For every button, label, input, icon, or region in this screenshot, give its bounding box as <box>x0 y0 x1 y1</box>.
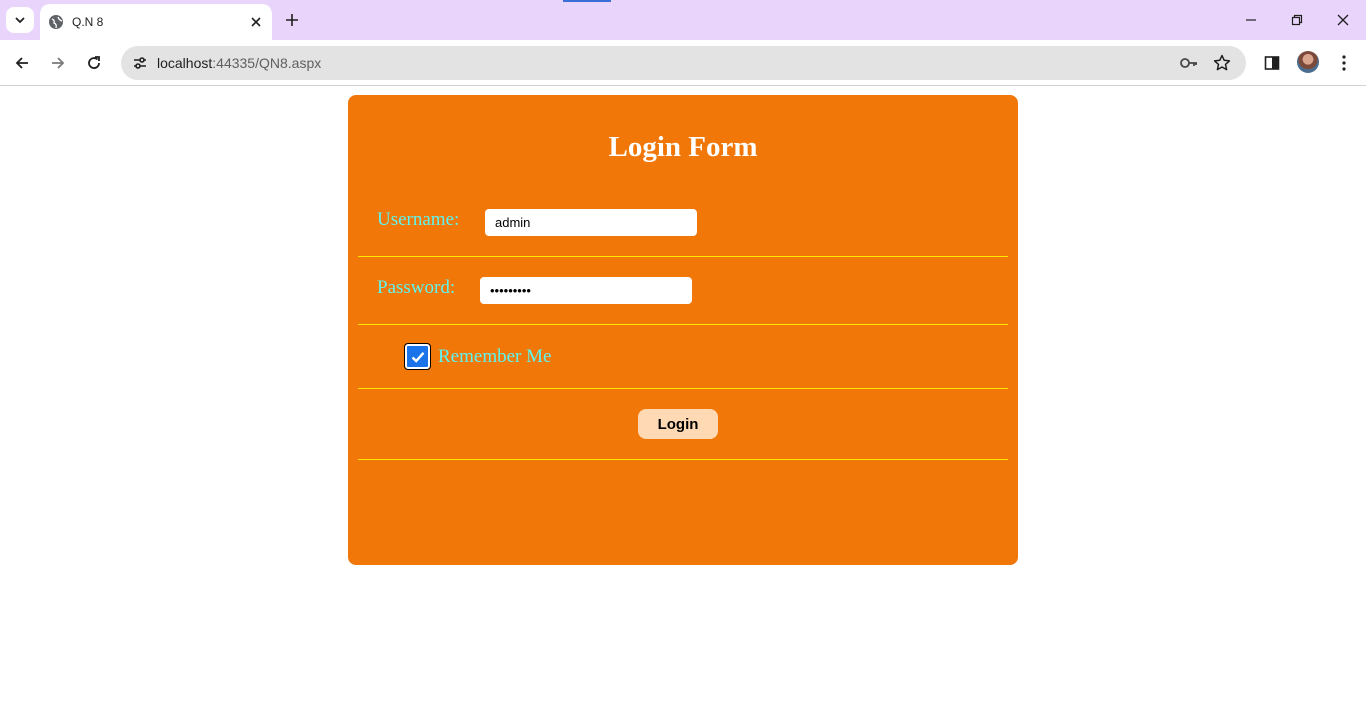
page-content: Login Form Username: Password: Remember … <box>0 87 1366 728</box>
plus-icon <box>286 14 298 26</box>
site-info-button[interactable] <box>127 50 153 76</box>
username-label: Username: <box>377 209 460 230</box>
side-panel-icon <box>1264 56 1280 70</box>
checkmark-icon <box>411 351 424 363</box>
login-card: Login Form Username: Password: Remember … <box>348 95 1018 565</box>
restore-button[interactable] <box>1285 8 1309 32</box>
remember-label[interactable]: Remember Me <box>438 346 551 368</box>
key-icon <box>1180 58 1197 68</box>
tabstrip-accent <box>563 0 611 2</box>
browser-menu-button[interactable] <box>1332 51 1356 75</box>
login-button[interactable]: Login <box>638 409 718 439</box>
url-host: localhost <box>157 55 213 71</box>
browser-tab[interactable]: Q.N 8 <box>40 4 272 40</box>
globe-icon <box>48 14 64 30</box>
tune-icon <box>134 57 146 69</box>
url-path: :44335/QN8.aspx <box>212 55 322 71</box>
back-arrow-icon <box>15 57 28 69</box>
forward-button[interactable] <box>46 51 70 75</box>
browser-toolbar: localhost:44335/QN8.aspx <box>0 40 1366 86</box>
back-button[interactable] <box>10 51 34 75</box>
login-row: Login <box>358 389 1008 460</box>
bookmark-button[interactable] <box>1210 51 1234 75</box>
username-input[interactable] <box>485 209 697 236</box>
close-icon <box>251 17 261 27</box>
reload-icon <box>88 56 100 69</box>
close-window-button[interactable] <box>1331 8 1355 32</box>
url-text: localhost:44335/QN8.aspx <box>157 55 321 71</box>
minimize-icon <box>1246 19 1256 21</box>
kebab-menu-icon <box>1342 55 1346 71</box>
remember-checkbox[interactable] <box>404 343 431 370</box>
restore-icon <box>1291 14 1303 26</box>
password-input[interactable] <box>480 277 692 304</box>
password-row: Password: <box>358 257 1008 325</box>
star-icon <box>1213 54 1231 71</box>
profile-avatar[interactable] <box>1297 51 1319 73</box>
password-label: Password: <box>377 277 456 298</box>
remember-row: Remember Me <box>358 325 1008 389</box>
address-bar[interactable]: localhost:44335/QN8.aspx <box>121 46 1246 80</box>
forward-arrow-icon <box>52 57 65 69</box>
tab-title: Q.N 8 <box>72 15 104 29</box>
side-panel-button[interactable] <box>1260 51 1284 75</box>
new-tab-button[interactable] <box>280 8 304 32</box>
username-row: Username: <box>358 195 1008 257</box>
browser-tabstrip: Q.N 8 <box>0 0 1366 40</box>
tab-close-button[interactable] <box>246 12 266 32</box>
reload-button[interactable] <box>82 51 106 75</box>
form-title: Login Form <box>608 131 758 163</box>
minimize-button[interactable] <box>1239 8 1263 32</box>
chevron-down-icon <box>15 17 25 24</box>
close-icon <box>1337 14 1349 26</box>
password-manager-button[interactable] <box>1177 51 1201 75</box>
tab-search-button[interactable] <box>6 7 34 33</box>
